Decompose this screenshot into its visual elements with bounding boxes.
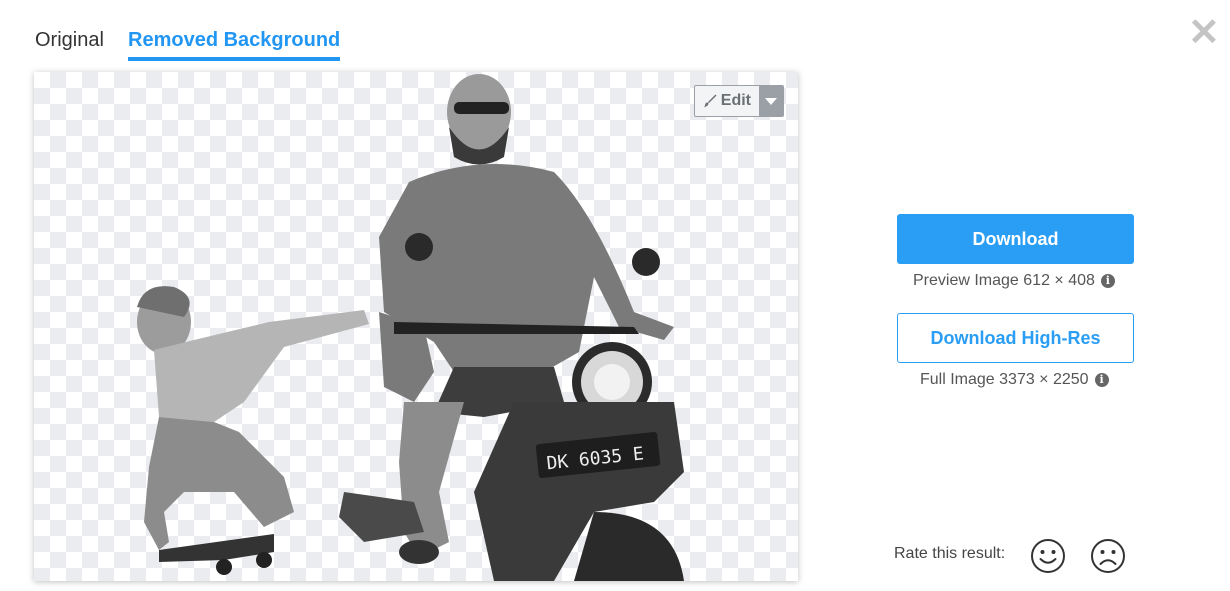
smiley-sad-icon[interactable] [1090, 538, 1126, 574]
smiley-happy-icon[interactable] [1030, 538, 1066, 574]
preview-image-size-text: Preview Image 612 × 408 [913, 272, 1095, 289]
download-button[interactable]: Download [897, 214, 1134, 264]
chevron-down-icon [765, 97, 777, 105]
motorcycle-rider-figure: DK 6035 E [339, 74, 684, 581]
brush-icon [703, 94, 717, 107]
close-icon[interactable]: ✕ [1188, 14, 1220, 52]
image-preview: DK 6035 E Edit [34, 72, 798, 581]
full-image-size-text: Full Image 3373 × 2250 [920, 371, 1089, 388]
tab-original[interactable]: Original [35, 26, 104, 54]
edit-control: Edit [693, 85, 784, 117]
rate-result-label: Rate this result: [894, 545, 1006, 562]
edit-button[interactable]: Edit [695, 86, 759, 116]
subject-image: DK 6035 E [137, 74, 684, 581]
tab-removed-background[interactable]: Removed Background [128, 26, 341, 61]
edit-dropdown-button[interactable] [759, 86, 783, 116]
skateboarder-figure [137, 286, 369, 575]
preview-image-caption: Preview Image 612 × 408 i [913, 272, 1115, 290]
full-image-caption: Full Image 3373 × 2250 i [920, 371, 1109, 389]
info-icon[interactable]: i [1094, 373, 1109, 387]
download-high-res-button[interactable]: Download High-Res [897, 313, 1134, 363]
edit-label: Edit [720, 92, 751, 109]
info-icon[interactable]: i [1100, 274, 1115, 288]
